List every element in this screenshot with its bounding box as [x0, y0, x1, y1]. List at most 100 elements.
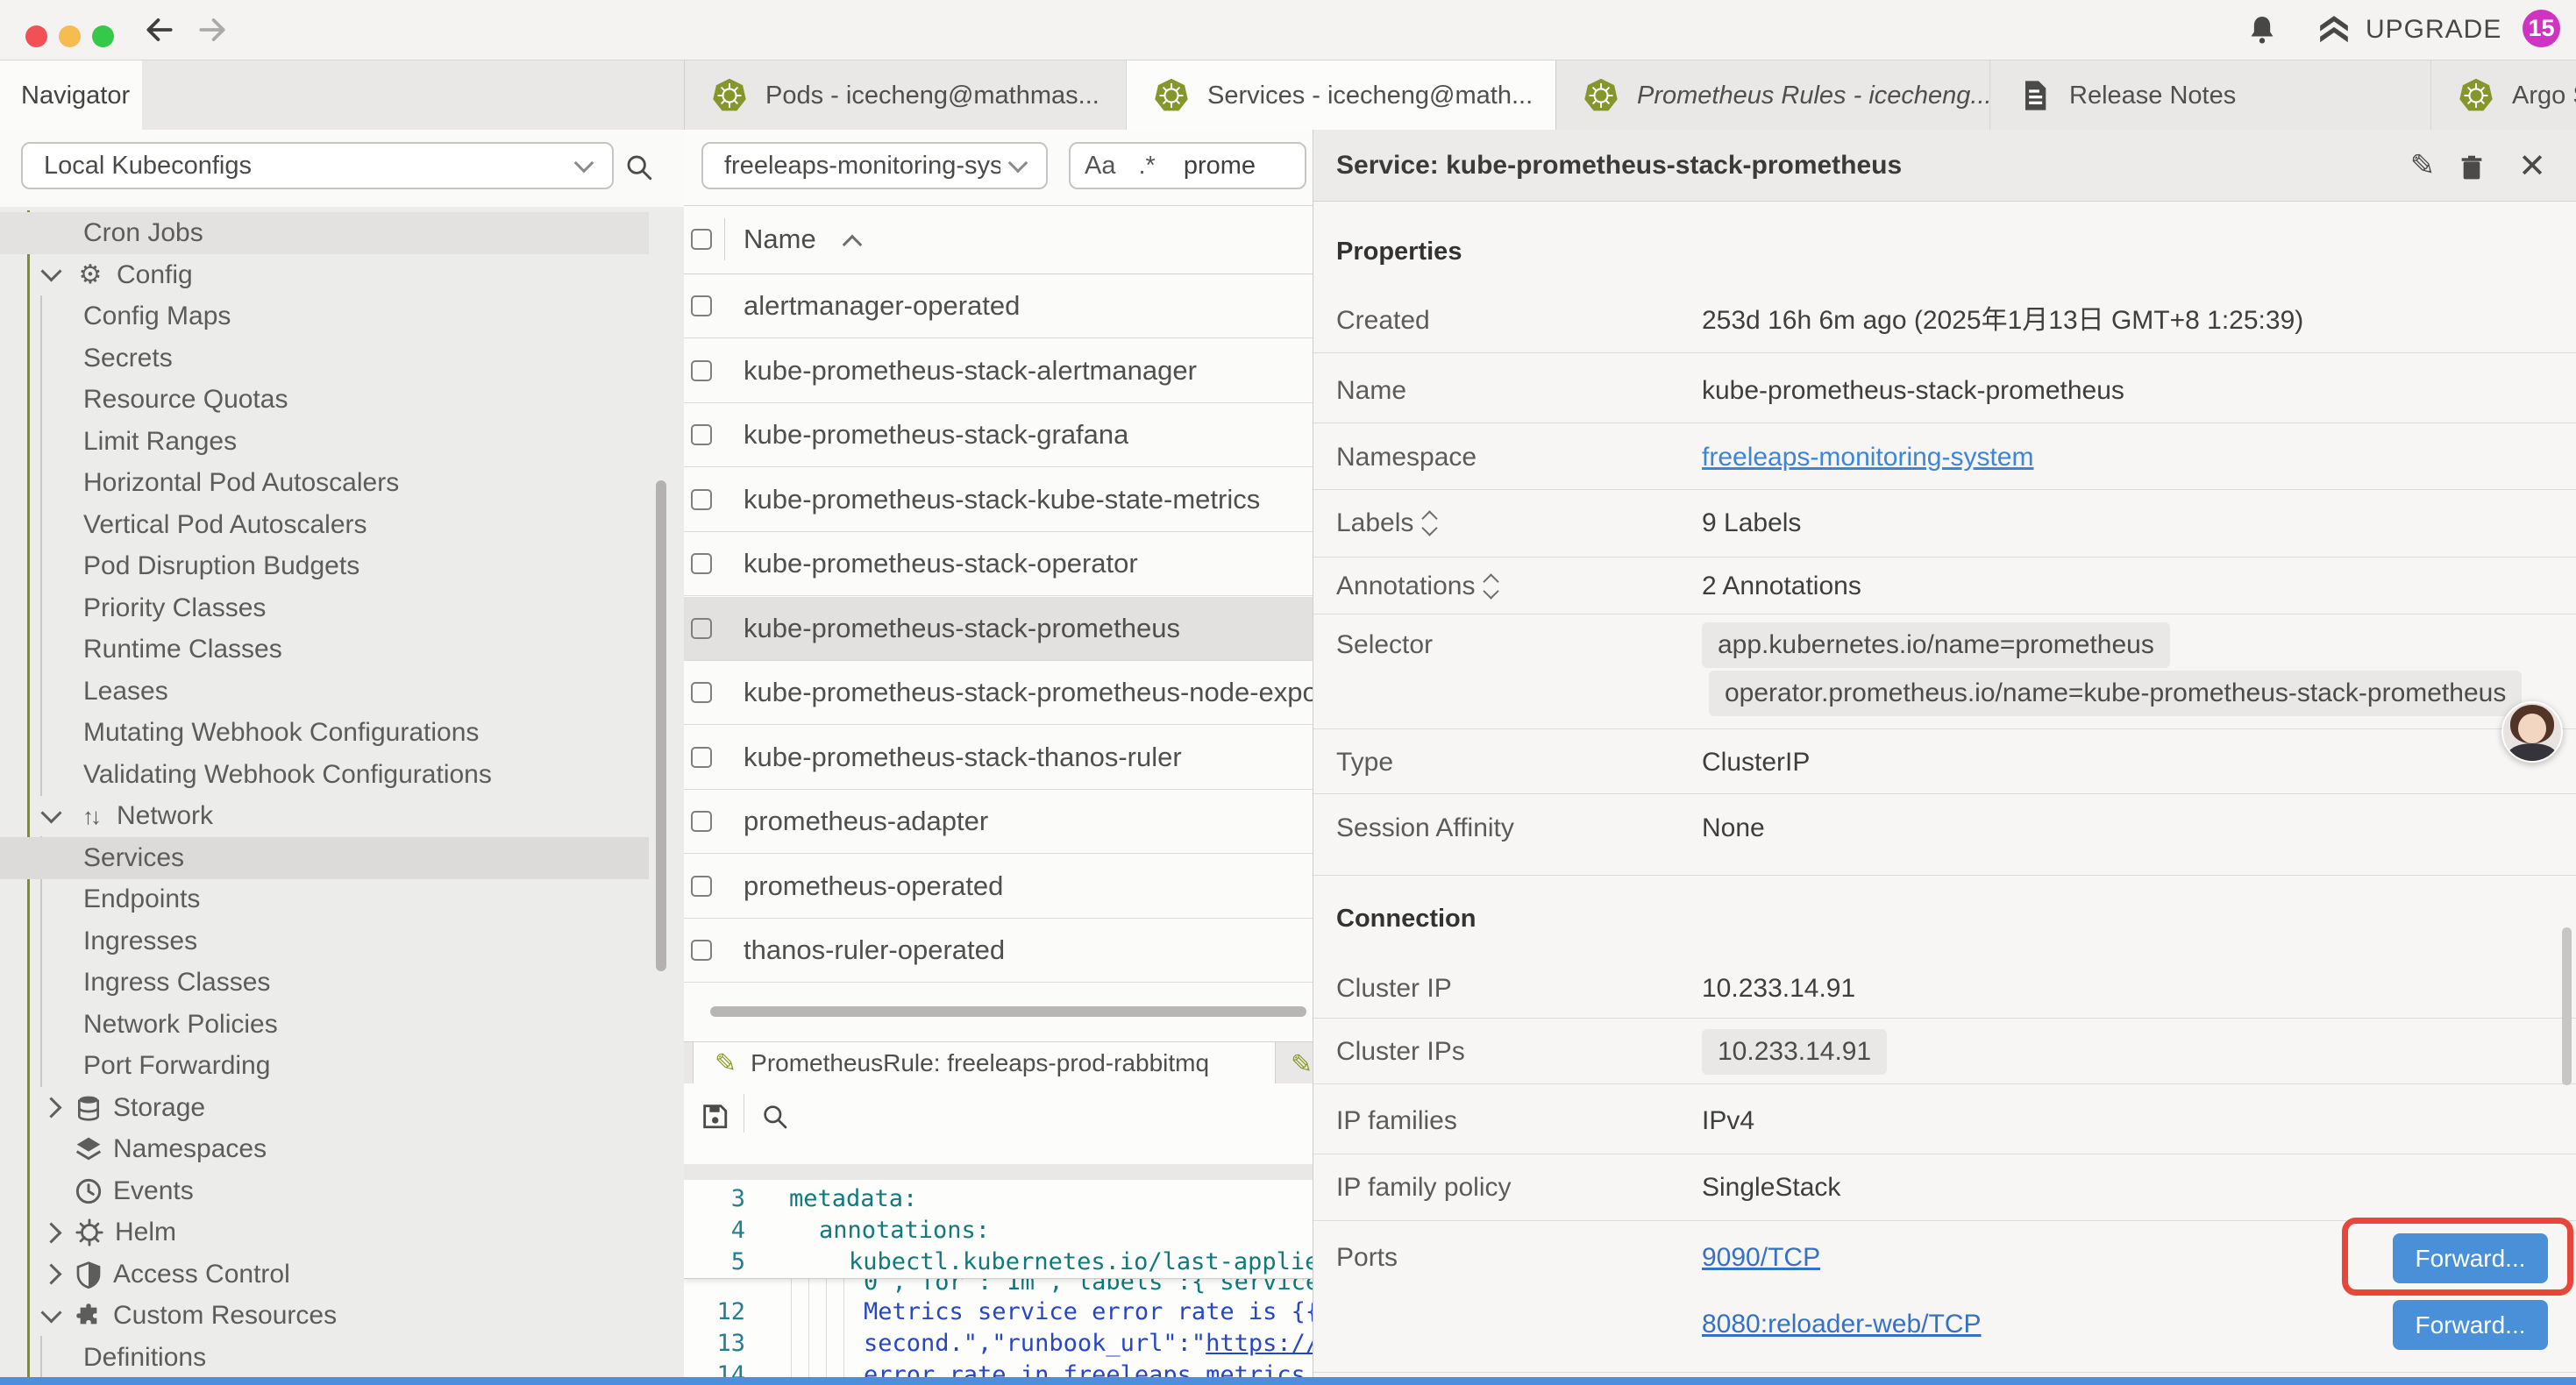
- service-row-selected[interactable]: kube-prometheus-stack-prometheus: [684, 597, 1313, 661]
- sidebar-item-helm[interactable]: Helm: [0, 1211, 649, 1254]
- sidebar-item-namespaces[interactable]: Namespaces: [0, 1128, 649, 1170]
- sidebar-item-events[interactable]: Events: [0, 1170, 649, 1212]
- notification-count-badge[interactable]: 15: [2523, 10, 2560, 47]
- editor-tab-prometheusrule[interactable]: ✎ PrometheusRule: freeleaps-prod-rabbitm…: [693, 1042, 1276, 1084]
- chevron-expanded-icon[interactable]: [40, 802, 61, 823]
- sidebar-item-storage[interactable]: Storage: [0, 1087, 649, 1129]
- select-all-checkbox[interactable]: [691, 229, 712, 250]
- chevron-collapsed-icon[interactable]: [40, 1222, 61, 1243]
- tab-release-notes[interactable]: Release Notes: [1990, 60, 2431, 131]
- sidebar-item-priority-classes[interactable]: Priority Classes: [0, 587, 649, 629]
- sidebar-item-runtime-classes[interactable]: Runtime Classes: [0, 629, 649, 671]
- editor-search-icon[interactable]: [761, 1103, 789, 1131]
- window-minimize-light[interactable]: [59, 25, 81, 47]
- sidebar-item-cron-jobs[interactable]: Cron Jobs: [0, 212, 649, 254]
- service-row[interactable]: kube-prometheus-stack-operator: [684, 532, 1313, 596]
- sidebar-item-validating-webhook-configurations[interactable]: Validating Webhook Configurations: [0, 754, 649, 796]
- sidebar-scrollbar[interactable]: [656, 480, 666, 971]
- chevron-collapsed-icon[interactable]: [40, 1097, 61, 1118]
- service-row[interactable]: kube-prometheus-stack-alertmanager: [684, 339, 1313, 403]
- kubeconfig-select[interactable]: Local Kubeconfigs: [21, 142, 614, 189]
- row-checkbox[interactable]: [691, 360, 712, 381]
- sidebar-item-config-maps[interactable]: Config Maps: [0, 295, 649, 337]
- chevron-expanded-icon[interactable]: [40, 1302, 61, 1323]
- service-row[interactable]: prometheus-operated: [684, 855, 1313, 919]
- unfold-icon[interactable]: [1485, 576, 1497, 597]
- row-checkbox[interactable]: [691, 876, 712, 897]
- sort-ascending-icon[interactable]: [843, 235, 863, 255]
- yaml-editor[interactable]: 3 metadata: 4 annotations: 5 kubectl.kub…: [684, 1180, 1313, 1385]
- notifications-bell-icon[interactable]: [2245, 11, 2280, 48]
- row-checkbox[interactable]: [691, 940, 712, 961]
- row-checkbox[interactable]: [691, 682, 712, 703]
- tab-services[interactable]: Services - icecheng@math... ✕: [1127, 60, 1556, 131]
- sidebar-item-port-forwarding[interactable]: Port Forwarding: [0, 1045, 649, 1087]
- annotations-value[interactable]: 2 Annotations: [1702, 571, 1861, 602]
- search-input[interactable]: prome: [1184, 152, 1256, 181]
- sidebar-item-network[interactable]: ↑↓ Network: [0, 795, 649, 837]
- sidebar-item-resource-quotas[interactable]: Resource Quotas: [0, 379, 649, 421]
- chevron-expanded-icon[interactable]: [40, 260, 61, 281]
- unfold-icon[interactable]: [1424, 513, 1435, 534]
- sidebar-item-definitions[interactable]: Definitions: [0, 1337, 649, 1379]
- search-icon[interactable]: [624, 153, 654, 182]
- row-checkbox[interactable]: [691, 295, 712, 316]
- forward-button[interactable]: Forward...: [2393, 1300, 2548, 1350]
- sidebar-item-ingress-classes[interactable]: Ingress Classes: [0, 962, 649, 1004]
- service-row[interactable]: kube-prometheus-stack-kube-state-metrics: [684, 468, 1313, 532]
- service-row[interactable]: alertmanager-operated: [684, 274, 1313, 338]
- chevron-collapsed-icon[interactable]: [40, 1263, 61, 1284]
- sidebar-item-leases[interactable]: Leases: [0, 671, 649, 713]
- sidebar-item-network-policies[interactable]: Network Policies: [0, 1004, 649, 1046]
- sidebar-item-limit-ranges[interactable]: Limit Ranges: [0, 421, 649, 463]
- sidebar-item-access-control[interactable]: Access Control: [0, 1254, 649, 1296]
- name-column-header[interactable]: Name: [744, 224, 816, 255]
- namespace-link[interactable]: freeleaps-monitoring-system: [1702, 442, 2033, 473]
- detail-scrollbar[interactable]: [2562, 927, 2572, 1085]
- window-close-light[interactable]: [25, 25, 47, 47]
- back-arrow-icon[interactable]: [143, 13, 176, 46]
- service-row[interactable]: kube-prometheus-stack-grafana: [684, 403, 1313, 467]
- row-checkbox[interactable]: [691, 747, 712, 768]
- port-link-9090[interactable]: 9090/TCP: [1702, 1242, 1820, 1274]
- namespace-select[interactable]: freeleaps-monitoring-system: [701, 142, 1048, 189]
- row-checkbox[interactable]: [691, 553, 712, 574]
- service-row[interactable]: prometheus-adapter: [684, 790, 1313, 854]
- tab-prometheus-rules[interactable]: Prometheus Rules - icecheng...: [1556, 60, 1990, 131]
- sidebar-item-config[interactable]: ⚙ Config: [0, 254, 649, 296]
- forward-arrow-icon[interactable]: [196, 13, 229, 46]
- assistant-avatar[interactable]: [2501, 701, 2563, 763]
- navigator-tab[interactable]: Navigator: [0, 60, 142, 131]
- save-icon[interactable]: [700, 1101, 729, 1131]
- tab-pods[interactable]: Pods - icecheng@mathmas...: [685, 60, 1127, 131]
- delete-trash-icon[interactable]: [2458, 152, 2486, 183]
- regex-toggle[interactable]: .*: [1138, 152, 1155, 181]
- sidebar-item-pod-disruption-budgets[interactable]: Pod Disruption Budgets: [0, 545, 649, 587]
- service-row[interactable]: kube-prometheus-stack-prometheus-node-ex…: [684, 661, 1313, 725]
- sidebar-item-secrets[interactable]: Secrets: [0, 337, 649, 380]
- labels-value[interactable]: 9 Labels: [1702, 508, 1801, 539]
- sidebar-item-vertical-pod-autoscalers[interactable]: Vertical Pod Autoscalers: [0, 504, 649, 546]
- sidebar-item-mutating-webhook-configurations[interactable]: Mutating Webhook Configurations: [0, 712, 649, 754]
- sidebar-item-custom-resources[interactable]: Custom Resources: [0, 1295, 649, 1337]
- service-row[interactable]: kube-prometheus-stack-thanos-ruler: [684, 726, 1313, 790]
- sidebar-item-endpoints[interactable]: Endpoints: [0, 878, 649, 920]
- window-zoom-light[interactable]: [92, 25, 114, 47]
- sidebar-item-services[interactable]: Services: [0, 837, 649, 879]
- runbook-url-link[interactable]: https://net: [1206, 1330, 1313, 1357]
- search-box[interactable]: Aa .* prome: [1069, 142, 1306, 189]
- row-checkbox[interactable]: [691, 424, 712, 445]
- tab-argo[interactable]: Argo Se: [2431, 60, 2576, 131]
- upgrade-button[interactable]: UPGRADE: [2315, 0, 2501, 60]
- edit-pencil-icon[interactable]: ✎: [1291, 1049, 1313, 1080]
- service-row[interactable]: thanos-ruler-operated: [684, 919, 1313, 983]
- row-checkbox[interactable]: [691, 489, 712, 510]
- sidebar-item-ingresses[interactable]: Ingresses: [0, 920, 649, 962]
- edit-pencil-icon[interactable]: ✎: [2403, 146, 2442, 185]
- match-case-toggle[interactable]: Aa: [1085, 152, 1115, 181]
- row-checkbox[interactable]: [691, 811, 712, 832]
- sidebar-item-horizontal-pod-autoscalers[interactable]: Horizontal Pod Autoscalers: [0, 462, 649, 504]
- close-icon[interactable]: ✕: [2513, 146, 2551, 185]
- port-link-8080[interactable]: 8080:reloader-web/TCP: [1702, 1309, 1982, 1340]
- horizontal-scrollbar[interactable]: [710, 1006, 1306, 1017]
